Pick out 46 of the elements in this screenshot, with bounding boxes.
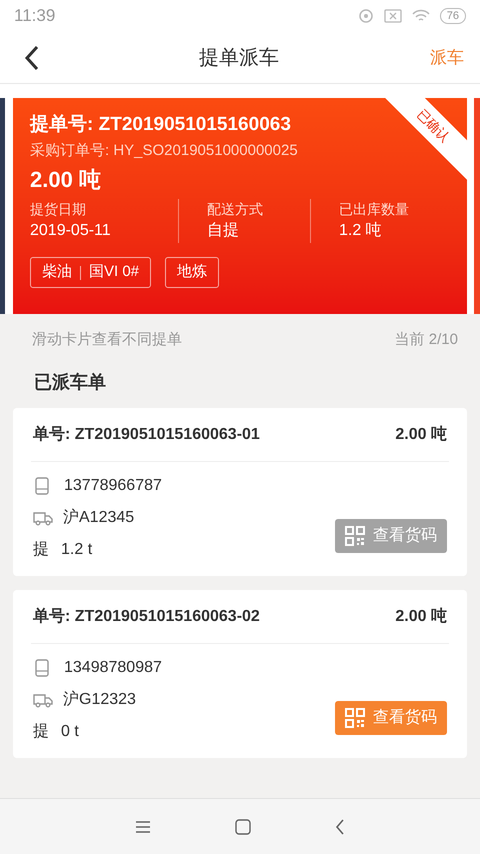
stat-value: 2019-05-11 <box>30 221 112 241</box>
bill-number: 提单号: ZT2019051015160063 <box>30 113 291 137</box>
stat-value: 自提 <box>207 221 240 241</box>
target-icon <box>358 8 374 24</box>
page-title: 提单派车 <box>199 46 279 70</box>
dispatch-button[interactable]: 派车 <box>430 44 464 70</box>
tag-text: 国VI 0# <box>89 262 140 282</box>
truck-icon <box>33 510 53 526</box>
swipe-hint: 滑动卡片查看不同提单 <box>32 330 182 350</box>
order-number: 单号: ZT2019051015160063-02 <box>33 606 260 626</box>
status-label: 已确认 <box>413 106 454 147</box>
stat-label: 已出库数量 <box>339 200 410 219</box>
pickup-amount: 0 t <box>61 722 79 742</box>
stat-value: 1.2 吨 <box>339 220 383 241</box>
phone-icon <box>34 659 50 677</box>
battery-indicator: 76 <box>440 8 466 24</box>
tag-text: 地炼 <box>177 262 208 282</box>
order-quantity: 2.00 吨 <box>395 424 447 444</box>
no-sim-icon <box>384 9 402 23</box>
license-plate: 沪G12323 <box>63 690 136 710</box>
pickup-label: 提 <box>33 540 49 560</box>
phone-number: 13498780987 <box>64 658 162 678</box>
back-icon <box>24 44 40 70</box>
pickup-label: 提 <box>33 722 49 742</box>
wifi-icon <box>412 9 430 23</box>
tag-text: 柴油 <box>42 262 72 282</box>
pickup-amount: 1.2 t <box>61 540 92 560</box>
truck-icon <box>33 692 53 708</box>
stat-label: 配送方式 <box>207 200 264 219</box>
qr-code-icon <box>345 708 365 728</box>
qr-code-icon <box>345 526 365 546</box>
phone-icon <box>34 477 50 495</box>
view-code-button[interactable]: 查看货码 <box>335 701 447 735</box>
license-plate: 沪A12345 <box>63 508 134 528</box>
quantity: 2.00 吨 <box>30 166 102 194</box>
order-quantity: 2.00 吨 <box>395 606 447 626</box>
purchase-order-number: 采购订单号: HY_SO2019051000000025 <box>30 141 299 161</box>
stat-label: 提货日期 <box>30 200 87 219</box>
section-title: 已派车单 <box>33 371 107 394</box>
status-time: 11:39 <box>14 5 56 28</box>
order-number: 单号: ZT2019051015160063-01 <box>33 424 260 444</box>
phone-number: 13778966787 <box>64 476 162 496</box>
home-icon[interactable] <box>235 818 251 834</box>
back-icon[interactable] <box>335 818 345 834</box>
page-indicator: 当前 2/10 <box>394 330 458 350</box>
menu-icon[interactable] <box>135 820 151 834</box>
